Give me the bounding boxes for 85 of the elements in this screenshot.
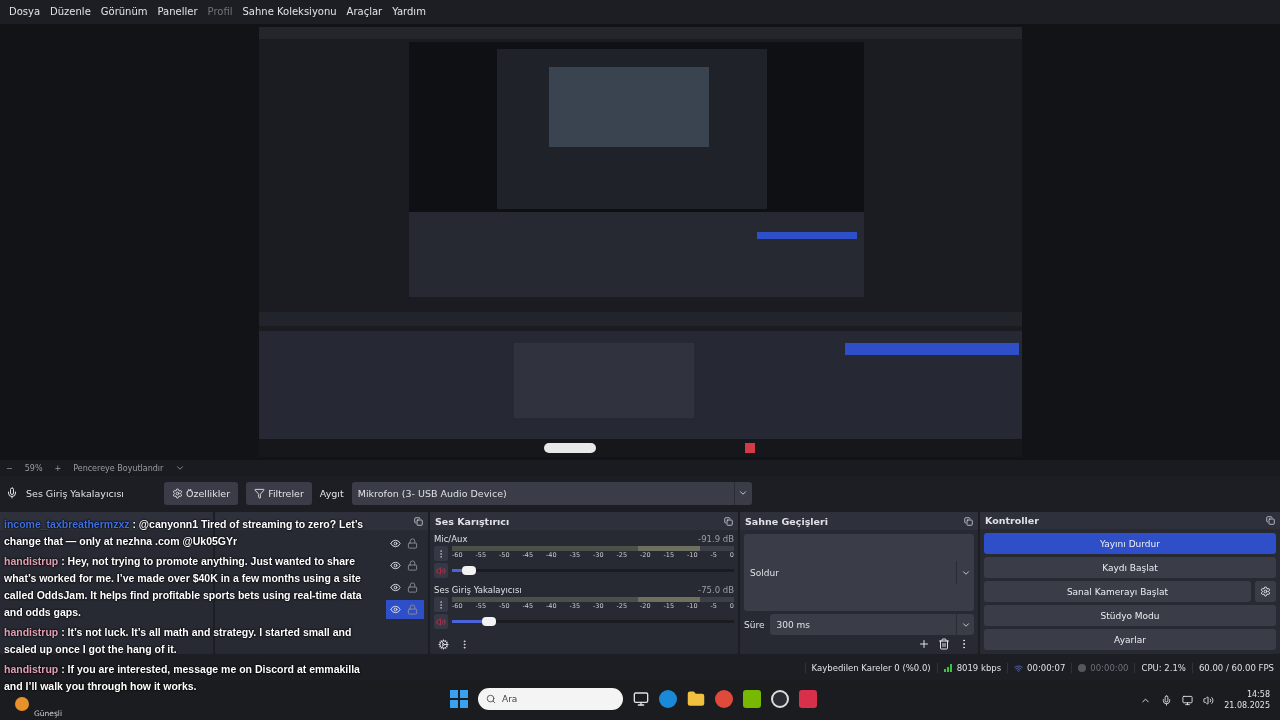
bitrate: 8019 kbps: [936, 663, 1008, 674]
device-label: Aygıt: [319, 487, 344, 499]
dropped-frames: Kaybedilen Kareler 0 (%0.0): [804, 663, 937, 674]
task-view-icon[interactable]: [633, 691, 649, 708]
microphone-icon[interactable]: [1161, 694, 1173, 706]
menu-button[interactable]: [434, 546, 448, 562]
settings-button[interactable]: [1255, 581, 1276, 603]
undock-icon[interactable]: [1266, 516, 1275, 526]
windows-icon[interactable]: [450, 690, 468, 709]
filter-icon: [254, 487, 266, 499]
chat-message: handistrup : It’s not luck. It’s all math and strategy. I started small and scaled up once I got the hang of it.: [4, 625, 353, 657]
undock-icon[interactable]: [964, 516, 973, 526]
undock-icon[interactable]: [414, 516, 423, 526]
app-icon[interactable]: [771, 690, 789, 709]
gear-icon[interactable]: [438, 639, 449, 651]
transition-dropdown[interactable]: Soldur: [744, 534, 974, 612]
menu-item[interactable]: Dosya: [4, 6, 46, 18]
speaker-icon[interactable]: [1203, 694, 1215, 706]
duration-label: Süre: [744, 619, 765, 630]
lock-icon[interactable]: [407, 538, 418, 550]
speaker-icon: [436, 565, 446, 576]
stream-time: 00:00:07: [1007, 663, 1072, 674]
source-row[interactable]: [386, 600, 424, 620]
eye-icon[interactable]: [390, 582, 401, 594]
undock-icon[interactable]: [724, 516, 733, 526]
menu-item[interactable]: Görünüm: [95, 6, 153, 18]
panel-title: Ses Karıştırıcı: [435, 515, 510, 527]
clock-time: 14:58: [1246, 690, 1270, 700]
weather-icon: [14, 696, 30, 713]
slider-thumb[interactable]: [481, 617, 496, 627]
menu-item[interactable]: Yardım: [387, 6, 431, 18]
app-icon[interactable]: [743, 690, 761, 709]
clock-date: 21.08.2025: [1224, 701, 1270, 711]
slider-thumb[interactable]: [461, 566, 476, 576]
chat-message: income_taxbreathermzxz : @canyonn1 Tired of streaming to zero? Let’s change that — only at nezhna .com @Uk05GYr: [4, 517, 365, 549]
zoom-out-button[interactable]: −: [6, 463, 13, 473]
record-dot-icon: [1078, 664, 1087, 673]
source-name: Ses Giriş Yakalayıcısı: [26, 487, 125, 499]
volume-reading: -75.0 dB: [698, 585, 734, 596]
control-button[interactable]: Stüdyo Modu: [984, 605, 1276, 627]
volume-reading: -91.9 dB: [698, 534, 734, 545]
add-icon[interactable]: [918, 638, 930, 651]
lock-icon[interactable]: [407, 560, 418, 572]
broadcast-icon: [1014, 663, 1024, 673]
zoom-level: 59%: [24, 463, 43, 473]
gear-icon: [1260, 586, 1271, 598]
menu-item[interactable]: Araçlar: [341, 6, 388, 18]
chat-message: handistrup : If you are interested, message me on Discord at emmakilla and I’ll walk you through how it works.: [4, 662, 361, 694]
duration-field[interactable]: 300 ms: [770, 614, 974, 636]
microphone-icon: [6, 487, 18, 500]
control-button[interactable]: Sanal Kamerayı Başlat: [984, 581, 1251, 603]
menu-button[interactable]: [434, 597, 448, 613]
panel-title: Sahne Geçişleri: [745, 515, 828, 527]
device-dropdown[interactable]: Mikrofon (3- USB Audio Device): [351, 481, 752, 505]
trash-icon[interactable]: [938, 638, 950, 651]
fit-to-window-option[interactable]: Pencereye Boyutlandır: [73, 463, 164, 473]
folder-icon[interactable]: [687, 690, 705, 709]
menu-item[interactable]: Paneller: [152, 6, 203, 18]
record-time: 00:00:00: [1071, 663, 1135, 674]
search-field[interactable]: Ara: [478, 688, 623, 711]
browser-icon[interactable]: [715, 690, 733, 709]
channel-name: Mic/Aux: [434, 534, 468, 545]
control-button[interactable]: Yayını Durdur: [984, 533, 1276, 555]
cpu-usage: CPU: 2.1%: [1134, 663, 1192, 674]
menu-item[interactable]: Sahne Koleksiyonu: [237, 6, 342, 18]
control-button[interactable]: Ayarlar: [984, 629, 1276, 651]
channel-name: Ses Giriş Yakalayıcısı: [434, 585, 522, 596]
browser-icon[interactable]: [659, 690, 677, 709]
control-button[interactable]: Kaydı Başlat: [984, 557, 1276, 579]
eye-icon[interactable]: [390, 538, 401, 550]
fps: 60.00 / 60.00 FPS: [1191, 663, 1280, 674]
panel-title: Kontroller: [985, 515, 1039, 527]
eye-icon[interactable]: [390, 560, 401, 572]
filters-button[interactable]: Filtreler: [246, 481, 312, 505]
menu-item[interactable]: Düzenle: [45, 6, 96, 18]
chat-message: handistrup : Hey, not trying to promote anything. Just wanted to share what’s worked for me. I’ve made over $40K in a few months using a site called OddsJam. It helps find profitable sports bets using real-time data and odds gaps.: [4, 554, 363, 620]
search-icon: [486, 694, 496, 705]
lock-icon[interactable]: [407, 582, 418, 594]
properties-button[interactable]: Özellikler: [164, 481, 239, 505]
eye-icon[interactable]: [390, 604, 401, 616]
speaker-icon: [436, 616, 446, 627]
network-icon[interactable]: [1182, 694, 1194, 706]
gear-icon: [172, 487, 183, 499]
signal-bars-icon: [943, 664, 953, 673]
zoom-in-button[interactable]: +: [54, 463, 62, 473]
